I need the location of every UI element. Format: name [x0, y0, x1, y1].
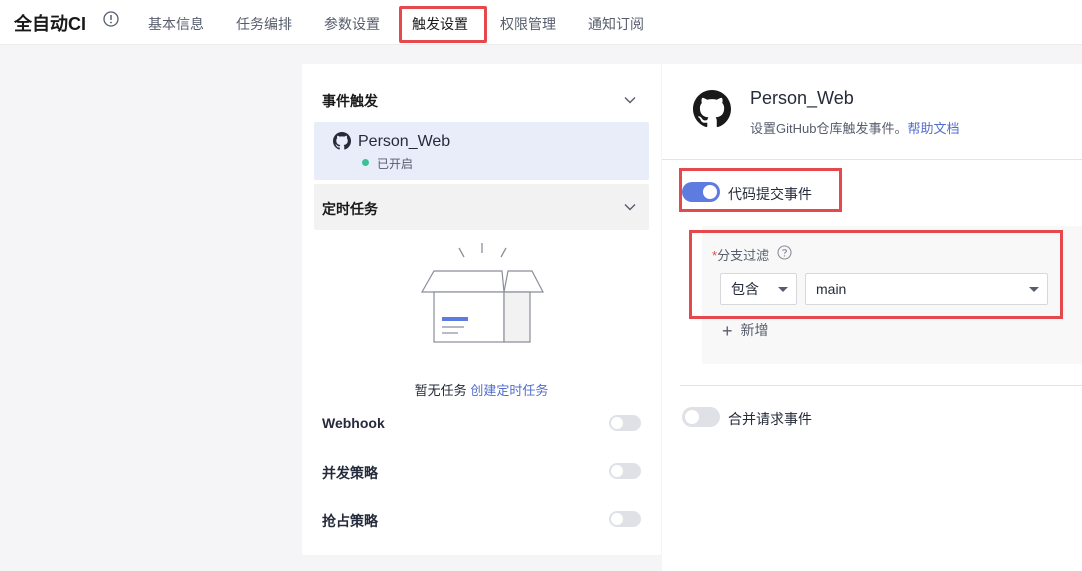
empty-state: 暂无任务 创建定时任务: [302, 380, 661, 399]
tab-notification-subscription[interactable]: 通知订阅: [588, 14, 644, 34]
top-bar: 全自动CI 基本信息 任务编排 参数设置 触发设置 权限管理 通知订阅: [0, 0, 1082, 45]
plus-icon: +: [722, 321, 733, 341]
tab-parameter-settings[interactable]: 参数设置: [324, 14, 380, 34]
concurrency-policy-toggle[interactable]: [609, 463, 641, 479]
tab-task-orchestration[interactable]: 任务编排: [236, 14, 292, 34]
event-trigger-title: 事件触发: [322, 93, 378, 109]
divider: [680, 385, 1082, 386]
preemption-policy-toggle[interactable]: [609, 511, 641, 527]
trigger-list-panel: 事件触发 Person_Web 已开启 定时任务 暂无任务 创建定时任务 Web…: [302, 64, 661, 555]
concurrency-policy-label: 并发策略: [322, 465, 378, 481]
merge-request-event-toggle[interactable]: [682, 407, 720, 427]
info-icon[interactable]: [103, 11, 119, 27]
description-text: 设置GitHub仓库触发事件。: [750, 121, 908, 136]
repo-name: Person_Web: [358, 133, 451, 150]
empty-box-illustration: [420, 243, 544, 343]
repo-title: Person_Web: [750, 88, 854, 108]
webhook-label: Webhook: [322, 415, 385, 431]
merge-request-event-label: 合并请求事件: [728, 411, 812, 427]
branch-filter-highlight: [689, 230, 1063, 319]
empty-state-text: 暂无任务: [414, 383, 467, 398]
add-filter-button[interactable]: + 新增: [722, 320, 769, 342]
scheduled-task-header[interactable]: 定时任务: [314, 184, 649, 230]
status-dot: [362, 159, 369, 166]
help-doc-link[interactable]: 帮助文档: [907, 121, 959, 136]
chevron-down-icon[interactable]: [623, 200, 637, 214]
trigger-detail-panel: Person_Web 设置GitHub仓库触发事件。帮助文档 代码提交事件 *分…: [662, 64, 1082, 571]
active-tab-highlight: [399, 6, 487, 43]
github-logo-icon: [693, 90, 731, 128]
preemption-policy-label: 抢占策略: [322, 513, 378, 529]
tab-permission-management[interactable]: 权限管理: [500, 14, 556, 34]
app-title: 全自动CI: [14, 14, 86, 34]
divider: [662, 159, 1082, 160]
repo-status: 已开启: [377, 157, 414, 171]
chevron-down-icon[interactable]: [623, 93, 637, 107]
tab-basic-info[interactable]: 基本信息: [148, 14, 204, 34]
webhook-toggle[interactable]: [609, 415, 641, 431]
repo-description: 设置GitHub仓库触发事件。帮助文档: [750, 118, 959, 137]
scheduled-task-title: 定时任务: [322, 201, 378, 217]
repo-item-person-web[interactable]: Person_Web 已开启: [314, 122, 649, 180]
github-icon: [333, 132, 351, 150]
create-scheduled-task-link[interactable]: 创建定时任务: [470, 383, 548, 398]
add-filter-label: 新增: [740, 322, 769, 338]
commit-event-highlight: [679, 168, 842, 212]
